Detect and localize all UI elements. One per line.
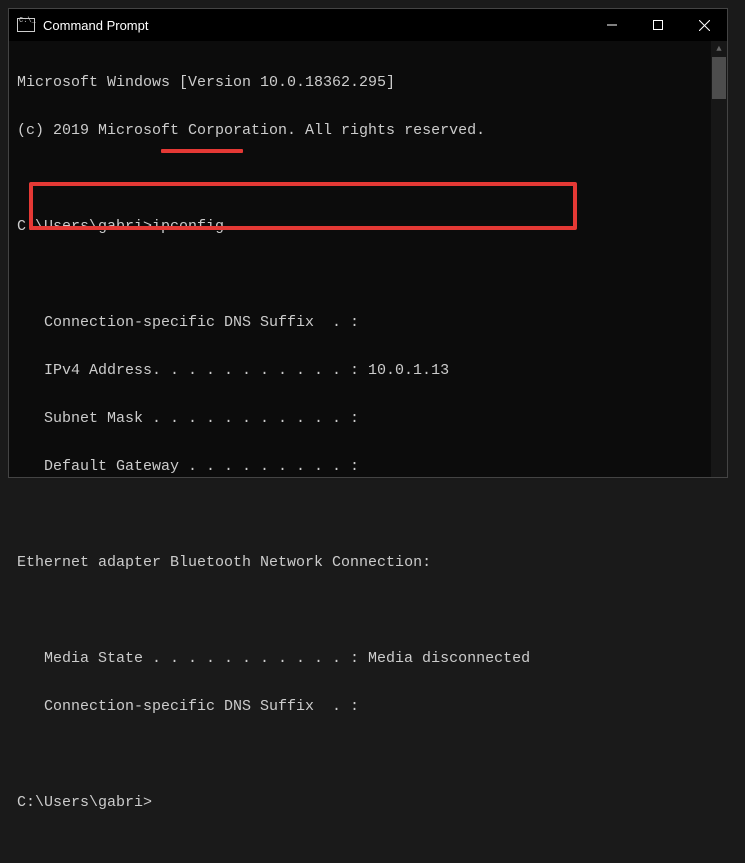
annotation-underline — [161, 149, 243, 153]
subnet-mask-line: Subnet Mask . . . . . . . . . . . : — [17, 407, 719, 431]
scroll-thumb[interactable] — [712, 57, 726, 99]
dns-suffix-line-2: Connection-specific DNS Suffix . : — [17, 695, 719, 719]
command-prompt-window: Command Prompt Microsoft Windows [Versio… — [8, 8, 728, 478]
copyright-line: (c) 2019 Microsoft Corporation. All righ… — [17, 119, 719, 143]
media-state-line: Media State . . . . . . . . . . . : Medi… — [17, 647, 719, 671]
close-button[interactable] — [681, 9, 727, 41]
scroll-up-icon[interactable]: ▲ — [711, 41, 727, 57]
annotation-box — [29, 182, 577, 230]
blank-line — [17, 503, 719, 527]
minimize-button[interactable] — [589, 9, 635, 41]
version-line: Microsoft Windows [Version 10.0.18362.29… — [17, 71, 719, 95]
blank-line — [17, 263, 719, 287]
blank-line — [17, 599, 719, 623]
cmd-icon — [17, 18, 35, 32]
dns-suffix-line: Connection-specific DNS Suffix . : — [17, 311, 719, 335]
titlebar-controls — [589, 9, 727, 41]
ipv4-address-line: IPv4 Address. . . . . . . . . . . : 10.0… — [17, 359, 719, 383]
vertical-scrollbar[interactable]: ▲ — [711, 41, 727, 477]
titlebar[interactable]: Command Prompt — [9, 9, 727, 41]
window-title: Command Prompt — [43, 18, 589, 33]
maximize-button[interactable] — [635, 9, 681, 41]
adapter-header-line: Ethernet adapter Bluetooth Network Conne… — [17, 551, 719, 575]
prompt-line-2: C:\Users\gabri> — [17, 791, 719, 815]
blank-line — [17, 743, 719, 767]
default-gateway-line: Default Gateway . . . . . . . . . : — [17, 455, 719, 479]
terminal-output[interactable]: Microsoft Windows [Version 10.0.18362.29… — [9, 41, 727, 477]
